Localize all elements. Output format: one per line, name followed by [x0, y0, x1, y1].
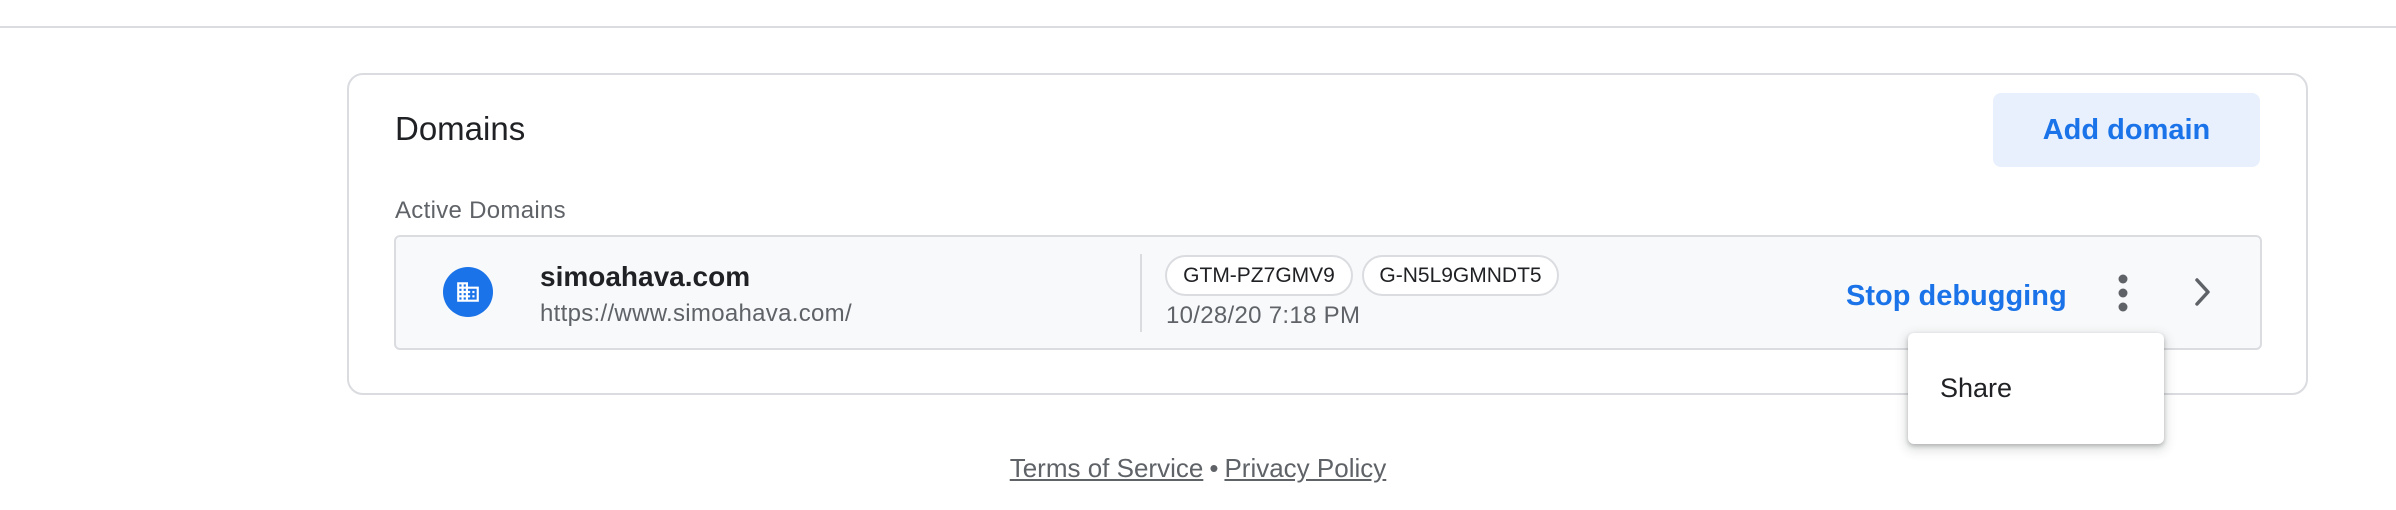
- domains-card-title: Domains: [395, 110, 526, 147]
- active-domains-label: Active Domains: [395, 197, 566, 224]
- footer: Terms of Service • Privacy Policy: [0, 451, 2396, 485]
- privacy-policy-link[interactable]: Privacy Policy: [1224, 453, 1386, 483]
- row-divider: [1140, 254, 1142, 332]
- header-divider: [0, 26, 2396, 28]
- menu-item-share[interactable]: Share: [1908, 353, 2164, 423]
- domain-url: https://www.simoahava.com/: [540, 300, 852, 327]
- domain-timestamp: 10/28/20 7:18 PM: [1166, 302, 1361, 329]
- domain-icon: [443, 267, 493, 317]
- container-tag-chip: GTM-PZ7GMV9: [1165, 255, 1353, 296]
- measurement-id-chip: G-N5L9GMNDT5: [1362, 255, 1559, 296]
- terms-of-service-link[interactable]: Terms of Service: [1010, 453, 1204, 483]
- chevron-right-icon[interactable]: [2188, 274, 2218, 310]
- domain-name: simoahava.com: [540, 261, 751, 292]
- stop-debugging-button[interactable]: Stop debugging: [1846, 278, 2067, 314]
- context-menu: Share: [1908, 333, 2164, 444]
- add-domain-button[interactable]: Add domain: [1993, 93, 2260, 167]
- more-vert-icon[interactable]: [2108, 271, 2138, 315]
- footer-separator: •: [1209, 453, 1219, 483]
